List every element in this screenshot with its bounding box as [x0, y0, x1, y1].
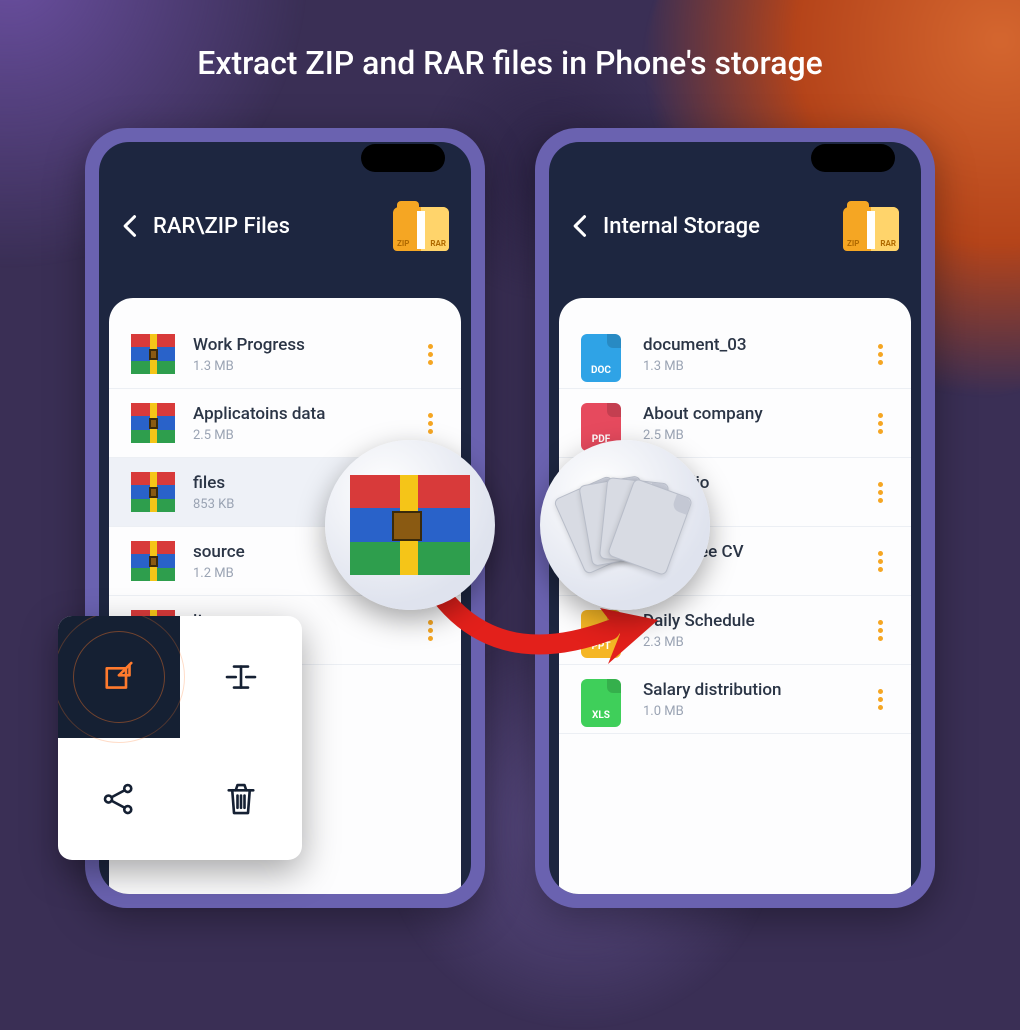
- screen-title-right: Internal Storage: [603, 214, 843, 239]
- list-item[interactable]: Work Progress 1.3 MB: [109, 326, 461, 389]
- document-icon: PDF: [581, 403, 625, 443]
- phone-notch: [361, 144, 445, 172]
- app-logo-rar-label: RAR: [430, 239, 446, 248]
- file-name: Work Progress: [193, 335, 421, 355]
- document-icon: DOC: [581, 334, 625, 374]
- rar-file-icon: [131, 472, 175, 512]
- document-icon: PPT: [581, 610, 625, 650]
- delete-button[interactable]: [180, 738, 302, 860]
- headline: Extract ZIP and RAR files in Phone's sto…: [0, 44, 1020, 82]
- more-options-button[interactable]: [421, 620, 439, 641]
- file-name: document_03: [643, 335, 871, 355]
- list-item[interactable]: XLS Salary distribution 1.0 MB: [559, 665, 911, 734]
- more-options-button[interactable]: [421, 344, 439, 365]
- file-size: 1.3 MB: [643, 359, 871, 374]
- extracted-files-icon: [540, 440, 710, 610]
- file-name: Applicatoins data: [193, 404, 421, 424]
- more-options-button[interactable]: [871, 413, 889, 434]
- more-options-button[interactable]: [871, 689, 889, 710]
- app-logo-zip-label: ZIP: [397, 239, 409, 248]
- app-logo-rar-label: RAR: [880, 239, 896, 248]
- document-icon: XLS: [581, 679, 625, 719]
- more-options-button[interactable]: [871, 551, 889, 572]
- rar-file-icon: [131, 541, 175, 581]
- more-options-button[interactable]: [871, 620, 889, 641]
- more-options-button[interactable]: [421, 413, 439, 434]
- file-size: 2.5 MB: [643, 428, 871, 443]
- file-size: 1.3 MB: [193, 359, 421, 374]
- action-popup: [58, 616, 302, 860]
- file-name: Daily Schedule: [643, 611, 871, 631]
- file-name: Salary distribution: [643, 680, 871, 700]
- screen-title-left: RAR\ZIP Files: [153, 214, 393, 239]
- file-name: About company: [643, 404, 871, 424]
- file-size: 2.3 MB: [643, 635, 871, 650]
- phone-notch: [811, 144, 895, 172]
- back-button[interactable]: [117, 212, 145, 240]
- back-button[interactable]: [567, 212, 595, 240]
- app-logo-icon: ZIP RAR: [843, 201, 899, 251]
- app-logo-zip-label: ZIP: [847, 239, 859, 248]
- more-options-button[interactable]: [871, 344, 889, 365]
- rename-button[interactable]: [180, 616, 302, 738]
- file-size: 1.0 MB: [643, 704, 871, 719]
- file-size: 2.5 MB: [193, 428, 421, 443]
- share-button[interactable]: [58, 738, 180, 860]
- list-item[interactable]: DOC document_03 1.3 MB: [559, 326, 911, 389]
- rar-file-icon: [131, 403, 175, 443]
- rar-file-icon: [131, 334, 175, 374]
- rar-highlight-icon: [325, 440, 495, 610]
- more-options-button[interactable]: [871, 482, 889, 503]
- app-logo-icon: ZIP RAR: [393, 201, 449, 251]
- extract-button[interactable]: [58, 616, 180, 738]
